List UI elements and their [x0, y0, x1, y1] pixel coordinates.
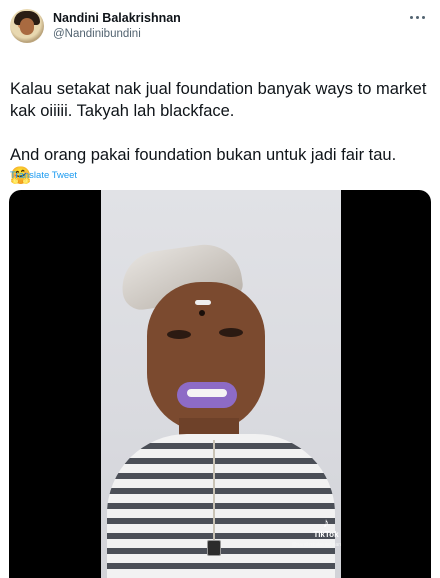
user-handle[interactable]: @Nandinibundini: [53, 26, 181, 42]
dot: [409, 15, 413, 19]
bindi: [199, 310, 205, 316]
tiktok-note-icon: ♪: [322, 515, 330, 530]
striped-shirt: [107, 434, 335, 578]
necklace-chain: [213, 440, 215, 540]
avatar[interactable]: [10, 9, 44, 43]
dot: [415, 15, 419, 19]
tiktok-brand: TikTok: [313, 530, 339, 539]
tiktok-handle: @nandinibalakrishnan: [291, 542, 341, 548]
necklace-pendant: [207, 540, 221, 556]
video-player[interactable]: ♪ TikTok @nandinibalakrishnan: [9, 190, 431, 578]
avatar-face: [20, 18, 34, 35]
display-name[interactable]: Nandini Balakrishnan: [53, 10, 181, 26]
tiktok-watermark: ♪ TikTok: [311, 516, 341, 540]
tweet-text: Kalau setakat nak jual foundation banyak…: [10, 56, 430, 208]
left-eye: [167, 330, 191, 339]
translate-tweet-link[interactable]: Translate Tweet: [10, 170, 77, 181]
tweet: Nandini Balakrishnan @Nandinibundini Kal…: [0, 0, 440, 578]
more-options-icon[interactable]: [406, 8, 428, 26]
tweet-body: Kalau setakat nak jual foundation banyak…: [10, 80, 427, 164]
teeth: [187, 389, 227, 397]
forehead-mark: [195, 300, 211, 305]
video-frame[interactable]: ♪ TikTok @nandinibalakrishnan: [101, 190, 341, 578]
lips: [177, 382, 237, 408]
right-eye: [219, 328, 243, 337]
author-names: Nandini Balakrishnan @Nandinibundini: [53, 10, 181, 42]
video-person-face: [147, 282, 265, 432]
tweet-header: Nandini Balakrishnan @Nandinibundini: [10, 6, 181, 46]
dot: [421, 15, 425, 19]
